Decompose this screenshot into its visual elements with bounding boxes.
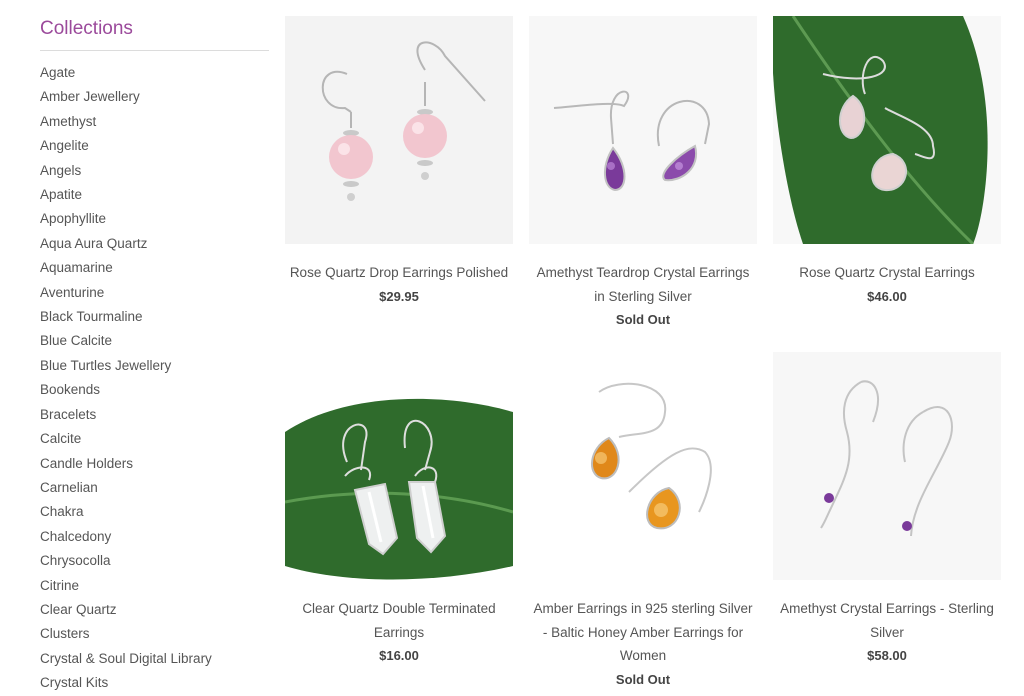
collection-link[interactable]: Angelite [40,134,269,158]
collection-link[interactable]: Crystal & Soul Digital Library [40,647,269,671]
collection-link[interactable]: Apophyllite [40,207,269,231]
collection-link[interactable]: Aventurine [40,281,269,305]
collection-link[interactable]: Amber Jewellery [40,85,269,109]
collections-sidebar: Collections Agate Amber Jewellery Amethyst… [40,16,269,696]
product-title[interactable]: Clear Quartz Double Terminated Earrings [285,597,513,644]
collection-link[interactable]: Candle Holders [40,452,269,476]
collection-link[interactable]: Black Tourmaline [40,305,269,329]
product-card[interactable]: Rose Quartz Drop Earrings Polished $29.9… [285,16,513,308]
collection-link[interactable]: Clusters [40,622,269,646]
product-price: $46.00 [867,288,907,304]
collection-link[interactable]: Bracelets [40,403,269,427]
product-title[interactable]: Rose Quartz Crystal Earrings [773,261,1001,285]
product-price: $58.00 [867,648,907,663]
collections-list: Agate Amber Jewellery Amethyst Angelite Ange… [40,61,269,696]
collection-link[interactable]: Clear Quartz [40,598,269,622]
product-title[interactable]: Amber Earrings in 925 sterling Silver - … [529,597,757,668]
collection-link[interactable]: Aqua Aura Quartz [40,232,269,256]
collection-link[interactable]: Citrine [40,574,269,598]
collection-link[interactable]: Chakra [40,500,269,524]
product-card[interactable]: Amethyst Crystal Earrings - Sterling Sil… [773,352,1001,667]
product-title[interactable]: Amethyst Crystal Earrings - Sterling Sil… [773,597,1001,644]
collection-link[interactable]: Carnelian [40,476,269,500]
rose-quartz-crystal-earrings-image[interactable] [773,16,1001,244]
collection-link[interactable]: Calcite [40,427,269,451]
collection-link[interactable]: Chrysocolla [40,549,269,573]
amethyst-crystal-earrings-image[interactable] [773,352,1001,580]
collection-link[interactable]: Apatite [40,183,269,207]
product-price: Sold Out [615,671,671,687]
amber-earrings-image[interactable] [529,352,757,580]
collection-link[interactable]: Blue Calcite [40,329,269,353]
product-card[interactable]: Amber Earrings in 925 sterling Silver - … [529,352,757,691]
clear-quartz-earrings-image[interactable] [285,352,513,580]
collection-link[interactable]: Chalcedony [40,525,269,549]
collection-link[interactable]: Amethyst [40,110,269,134]
product-price: $29.95 [379,288,419,304]
rose-quartz-drop-earrings-image[interactable] [285,16,513,244]
collection-link[interactable]: Blue Turtles Jewellery [40,354,269,378]
amethyst-teardrop-earrings-image[interactable] [529,16,757,244]
product-title[interactable]: Amethyst Teardrop Crystal Earrings in St… [529,261,757,308]
collection-link[interactable]: Agate [40,61,269,85]
collection-link[interactable]: Crystal Kits [40,671,269,695]
product-card[interactable]: Amethyst Teardrop Crystal Earrings in St… [529,16,757,331]
collection-link[interactable]: Bookends [40,378,269,402]
collections-heading: Collections [40,16,269,51]
product-title[interactable]: Rose Quartz Drop Earrings Polished [285,261,513,285]
product-card[interactable]: Clear Quartz Double Terminated Earrings … [285,352,513,667]
collection-link[interactable]: Aquamarine [40,256,269,280]
product-price: Sold Out [615,312,671,327]
product-price: $16.00 [379,648,419,663]
collection-link[interactable]: Angels [40,159,269,183]
product-card[interactable]: Rose Quartz Crystal Earrings $46.00 [773,16,1001,308]
